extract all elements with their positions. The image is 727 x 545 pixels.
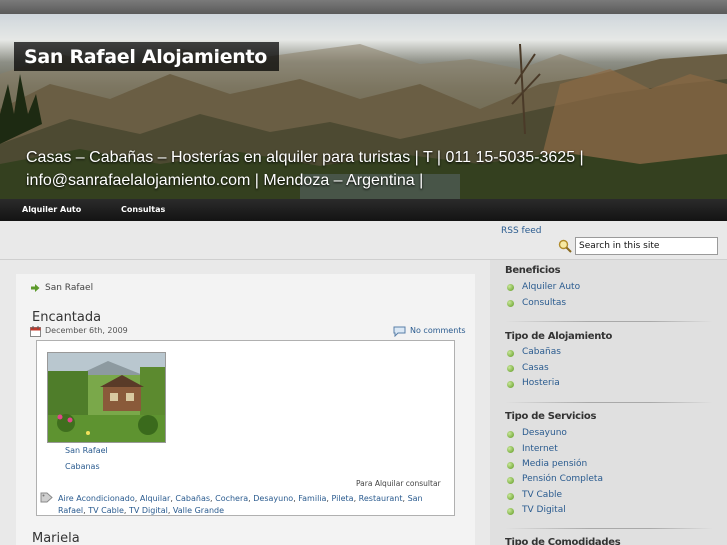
nav-item-alquiler-auto[interactable]: Alquiler Auto [22, 205, 81, 214]
magnifier-icon[interactable] [558, 239, 572, 253]
sidebar-item-cabanas[interactable]: Cabañas [522, 347, 561, 357]
site-title[interactable]: San Rafael Alojamiento [14, 42, 280, 71]
green-dot-icon [507, 365, 514, 372]
sidebar-heading-beneficios: Beneficios [505, 265, 561, 276]
sidebar-divider [505, 402, 713, 403]
comment-bubble-icon [393, 326, 406, 337]
post-title[interactable]: Encantada [32, 310, 101, 325]
post-date: December 6th, 2009 [45, 326, 128, 335]
sidebar-heading-tipo-comodidades: Tipo de Comodidades [505, 537, 621, 545]
sidebar-heading-tipo-servicios: Tipo de Servicios [505, 411, 597, 422]
tag-link[interactable]: Cabañas [175, 494, 210, 503]
arrow-right-icon [31, 284, 40, 292]
sidebar-heading-tipo-alojamiento: Tipo de Alojamiento [505, 331, 613, 342]
sidebar-item-internet[interactable]: Internet [522, 444, 558, 454]
header-banner: San Rafael Alojamiento Casas – Cabañas –… [0, 14, 727, 199]
calendar-icon [30, 326, 41, 337]
sidebar-item-pension-completa[interactable]: Pensión Completa [522, 474, 603, 484]
green-dot-icon [507, 508, 514, 515]
green-dot-icon [507, 350, 514, 357]
thumbnail-caption-line-2[interactable]: Cabanas [65, 462, 100, 471]
green-dot-icon [507, 446, 514, 453]
sidebar-item-tv-digital[interactable]: TV Digital [522, 505, 566, 515]
tag-link[interactable]: Cochera [215, 494, 248, 503]
green-dot-icon [507, 493, 514, 500]
green-dot-icon [507, 462, 514, 469]
green-dot-icon [507, 381, 514, 388]
post-tags: Aire Acondicionado, Alquilar, Cabañas, C… [58, 494, 423, 515]
sidebar-item-casas[interactable]: Casas [522, 363, 549, 373]
sidebar-item-alquiler-auto[interactable]: Alquiler Auto [522, 282, 580, 292]
main-nav: Alquiler Auto Consultas [0, 199, 727, 221]
tag-link[interactable]: Aire Acondicionado [58, 494, 135, 503]
tag-link[interactable]: TV Cable [88, 506, 124, 515]
sidebar-item-desayuno[interactable]: Desayuno [522, 428, 567, 438]
tag-link[interactable]: Familia [298, 494, 326, 503]
sidebar-divider [505, 528, 713, 529]
tag-link[interactable]: Desayuno [253, 494, 293, 503]
nav-item-consultas[interactable]: Consultas [121, 205, 165, 214]
post-thumbnail[interactable] [47, 352, 166, 443]
breadcrumb[interactable]: San Rafael [45, 283, 93, 293]
sidebar-divider [505, 321, 713, 322]
tag-link[interactable]: TV Digital [129, 506, 168, 515]
cabin-garden-image [48, 353, 165, 442]
top-bar [0, 0, 727, 14]
rss-feed-link[interactable]: RSS feed [501, 226, 542, 236]
sidebar-item-hosteria[interactable]: Hosteria [522, 378, 560, 388]
search-input[interactable] [575, 237, 718, 255]
site-tagline: Casas – Cabañas – Hosterías en alquiler … [26, 149, 584, 189]
green-dot-icon [507, 284, 514, 291]
thumbnail-caption-line-1[interactable]: San Rafael [65, 446, 108, 455]
tag-link[interactable]: Pileta [332, 494, 354, 503]
sidebar-item-tv-cable[interactable]: TV Cable [522, 490, 562, 500]
tag-link[interactable]: Valle Grande [173, 506, 224, 515]
sidebar-item-consultas[interactable]: Consultas [522, 298, 566, 308]
green-dot-icon [507, 477, 514, 484]
comments-link[interactable]: No comments [410, 326, 466, 335]
tag-icon [40, 492, 53, 503]
tag-link[interactable]: Alquilar [140, 494, 170, 503]
green-dot-icon [507, 300, 514, 307]
green-dot-icon [507, 431, 514, 438]
rent-info-text: Para Alquilar consultar [356, 479, 441, 488]
next-post-title[interactable]: Mariela [32, 531, 80, 545]
sidebar-item-media-pension[interactable]: Media pensión [522, 459, 587, 469]
tag-link[interactable]: Restaurant [359, 494, 403, 503]
